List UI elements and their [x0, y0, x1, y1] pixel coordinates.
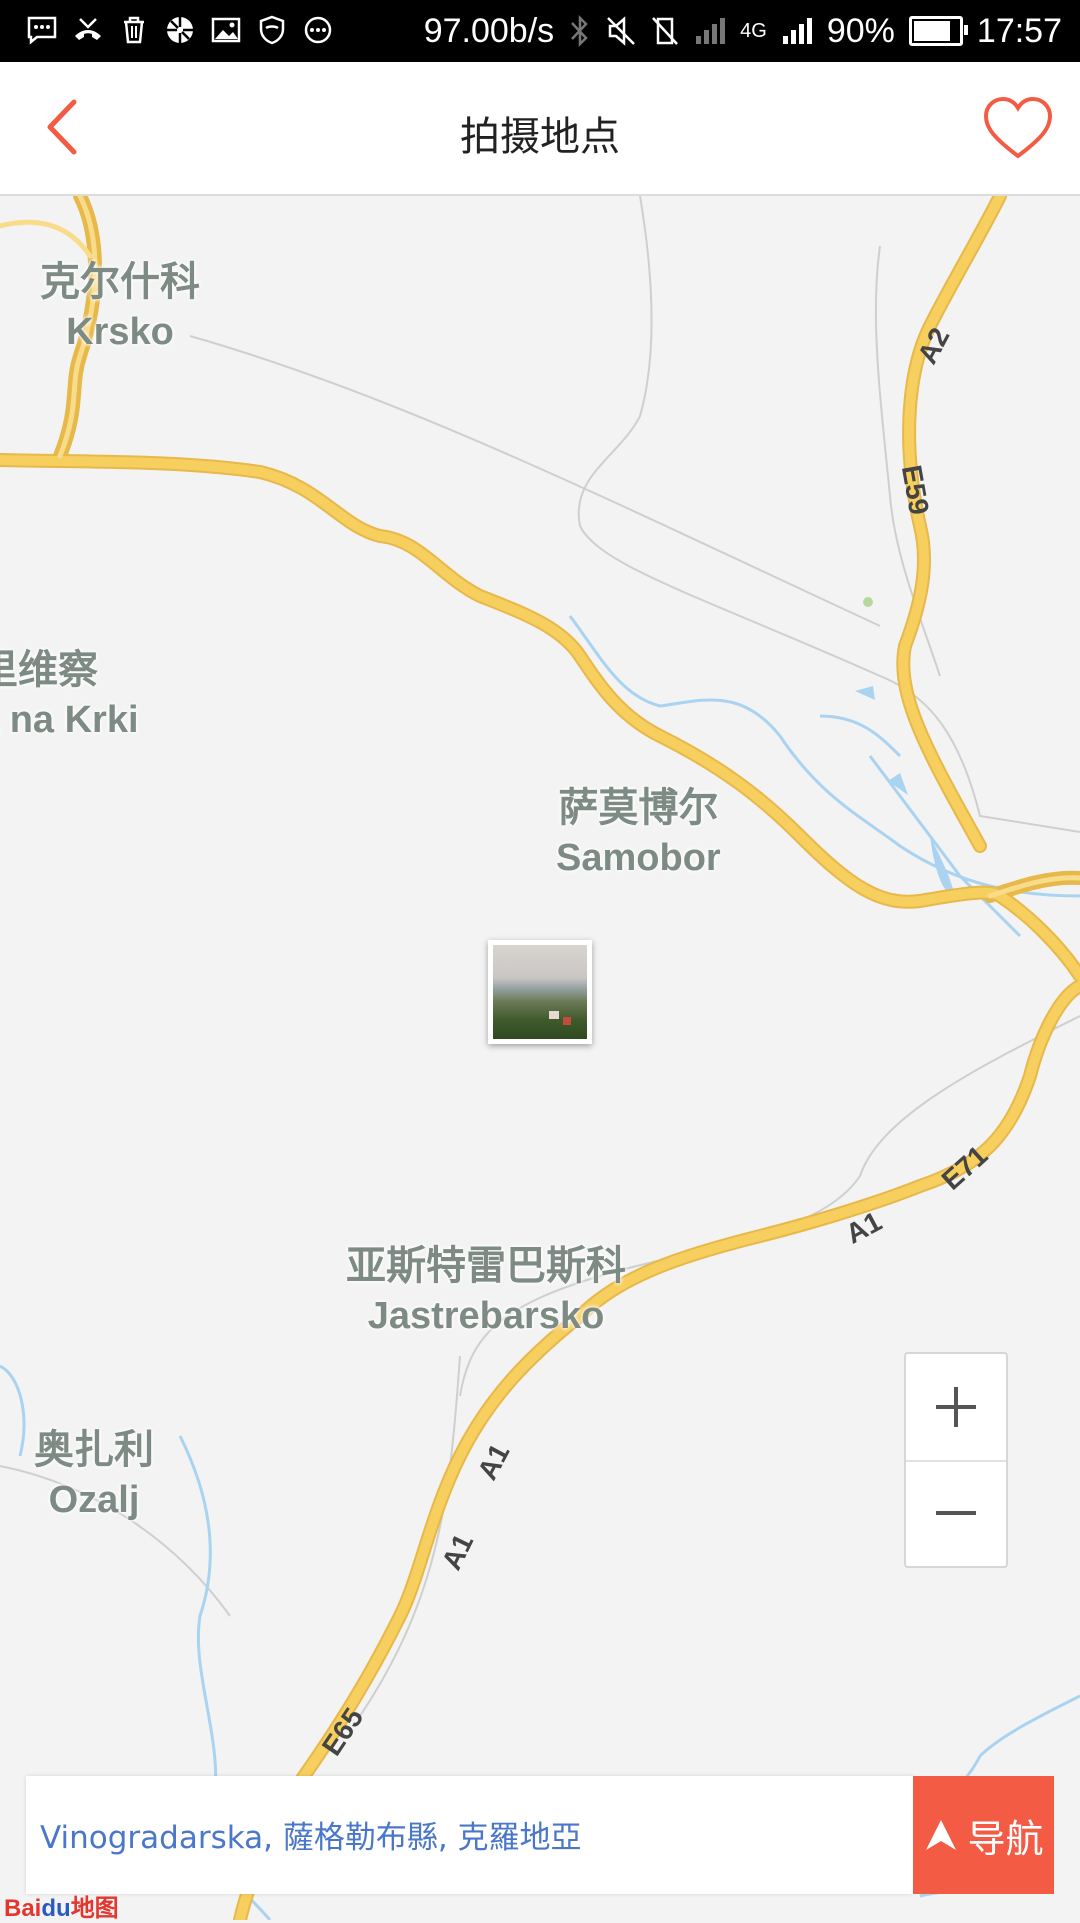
image-icon — [211, 17, 241, 43]
net-speed: 97.00b/s — [423, 11, 555, 50]
plus-icon — [936, 1387, 976, 1427]
address-bar: Vinogradarska, 薩格勒布縣, 克羅地亞 — [26, 1776, 914, 1894]
photo-thumbnail-icon — [493, 945, 587, 1039]
trash-icon — [124, 16, 144, 44]
city-label-samobor: 萨莫博尔 Samobor — [556, 782, 721, 883]
aperture-icon — [167, 17, 193, 43]
navigation-arrow-icon — [926, 1820, 957, 1850]
map-base-layer — [0, 196, 1080, 1920]
zoom-controls — [904, 1352, 1008, 1568]
minus-icon — [936, 1511, 976, 1515]
missed-call-icon — [75, 18, 101, 40]
city-name-en: Samobor — [556, 837, 721, 879]
heart-icon — [983, 96, 1053, 159]
favorite-button[interactable] — [982, 96, 1054, 162]
zoom-out-button[interactable] — [906, 1460, 1006, 1566]
city-name-zh: 里维察 — [0, 647, 98, 693]
photo-location-marker[interactable] — [488, 940, 592, 1044]
baidu-map-logo: Baidu地图 — [4, 1895, 119, 1922]
app-header: 拍摄地点 — [0, 62, 1080, 196]
city-name-en: Jastrebarsko — [367, 1295, 605, 1337]
city-name-en: a na Krki — [0, 699, 139, 741]
mute-icon — [607, 16, 636, 46]
navigate-label: 导航 — [967, 1816, 1044, 1861]
clock: 17:57 — [976, 11, 1062, 50]
message-icon — [27, 16, 57, 45]
signal-icon — [782, 18, 812, 44]
bluetooth-icon — [571, 14, 588, 48]
map-view[interactable]: 克尔什科 Krsko 里维察 a na Krki 萨莫博尔 Samobor 亚斯… — [0, 196, 1080, 1920]
battery-percent: 90% — [826, 11, 895, 50]
page-title: 拍摄地点 — [460, 114, 620, 160]
status-bar: 97.00b/s 4G 90% 17:57 — [0, 0, 1080, 62]
city-label-krsko: 克尔什科 Krsko — [40, 256, 200, 357]
city-label-kostanjevica: 里维察 a na Krki — [0, 644, 139, 745]
navigate-button[interactable]: 导航 — [913, 1776, 1054, 1894]
city-name-en: Krsko — [66, 311, 174, 353]
city-name-zh: 亚斯特雷巴斯科 — [346, 1243, 626, 1289]
address-text: Vinogradarska, 薩格勒布縣, 克羅地亞 — [40, 1820, 582, 1856]
vibrate-off-icon — [652, 17, 679, 45]
signal-icon — [696, 18, 726, 44]
city-name-zh: 克尔什科 — [40, 259, 200, 305]
zoom-in-button[interactable] — [906, 1354, 1006, 1462]
city-name-en: Ozalj — [48, 1479, 140, 1521]
status-right: 97.00b/s 4G 90% 17:57 — [424, 0, 1062, 62]
network-type: 4G — [740, 19, 767, 42]
shield-icon — [259, 15, 285, 45]
city-label-ozalj: 奥扎利 Ozalj — [34, 1424, 154, 1525]
battery-icon — [908, 16, 968, 46]
status-left-icons — [26, 14, 334, 46]
more-dots-icon — [304, 16, 332, 44]
city-label-jastrebarsko: 亚斯特雷巴斯科 Jastrebarsko — [346, 1240, 626, 1341]
city-name-zh: 奥扎利 — [34, 1427, 154, 1473]
city-name-zh: 萨莫博尔 — [558, 785, 719, 831]
battery-fill — [913, 21, 950, 41]
